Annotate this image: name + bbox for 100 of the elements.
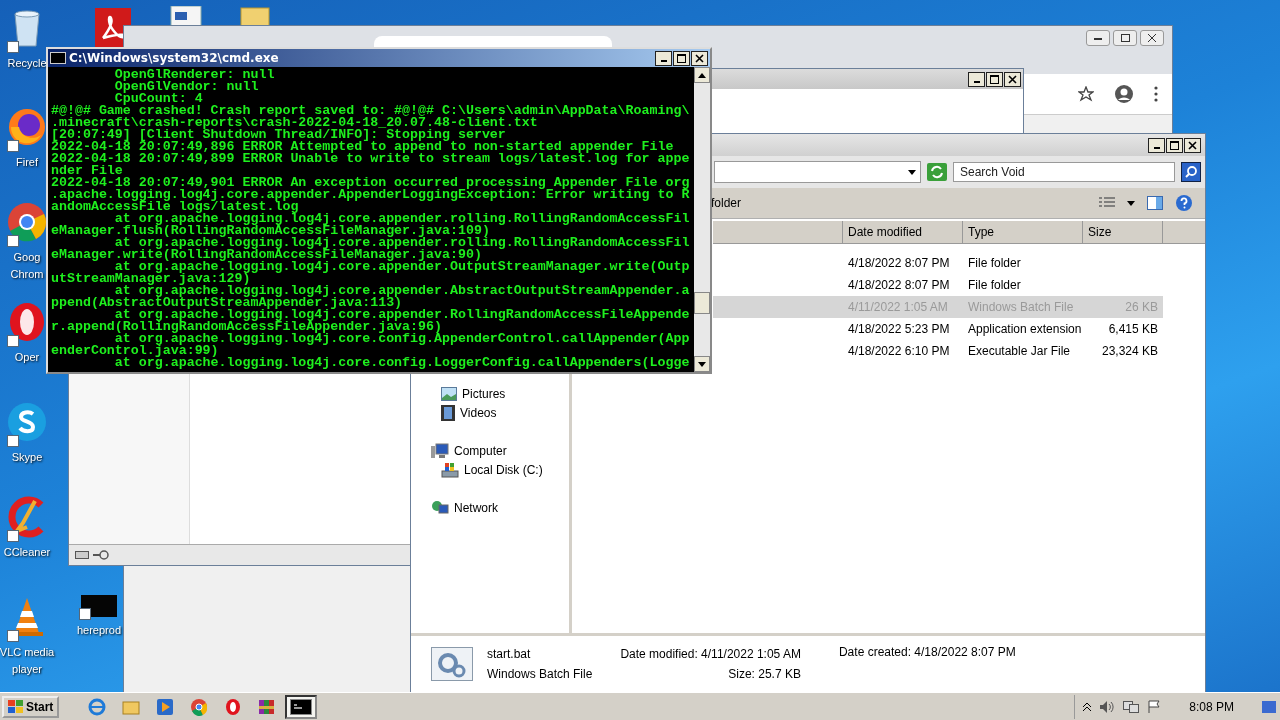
close-button[interactable] — [1140, 30, 1164, 46]
desktop-icon-label[interactable]: Skype — [11, 450, 43, 464]
console-line: utStreamManager.java:129) — [51, 273, 251, 285]
maximize-icon — [677, 53, 686, 63]
hard-drive-icon — [441, 461, 459, 478]
console-line: at org.apache.logging.log4j.core.appender.rolling.RollingRandomAccessFil — [114, 213, 691, 225]
computer-icon — [431, 442, 449, 459]
console-line: eManager.write(RollingRandomAccessFileManager.java:90) — [51, 249, 482, 261]
file-name: start.bat — [487, 647, 532, 661]
minimize-button[interactable] — [1148, 137, 1165, 153]
gears-file-icon — [431, 647, 473, 681]
account-icon[interactable] — [1114, 84, 1134, 104]
taskbar-button[interactable] — [285, 694, 318, 719]
clock[interactable]: 8:08 PM — [1189, 699, 1234, 714]
console-icon — [50, 52, 66, 64]
keyboard-icon — [75, 551, 89, 559]
chevron-up-icon[interactable] — [1083, 701, 1092, 712]
nav-item[interactable]: Pictures — [411, 384, 569, 403]
nav-item[interactable]: Local Disk (C:) — [411, 460, 569, 479]
minimize-button[interactable] — [968, 71, 985, 87]
desktop-icon-label[interactable]: Oper — [14, 350, 40, 364]
console-line: 2022-04-18 20:07:49,896 ERROR Attempted to append to non-started appender File — [51, 141, 675, 153]
console-line: enderControl.java:99) — [51, 345, 219, 357]
console-line: .minecraft\crash-reports\crash-2022-04-18_20.07.48-client.txt — [51, 117, 538, 129]
close-icon — [1188, 140, 1197, 150]
opera-icon — [225, 697, 242, 716]
desktop-icon-label[interactable]: Recycle — [7, 56, 47, 70]
console-line: r.append(RollingRandomAccessFileAppender.java:96) — [51, 321, 442, 333]
scrollbar-thumb[interactable] — [694, 292, 710, 314]
detail-text: Date created: 4/18/2022 8:07 PM — [838, 645, 1016, 659]
view-list-icon[interactable] — [1099, 197, 1115, 209]
restore-icon — [1120, 34, 1130, 42]
console-line: andomAccessFile logs/latest.log — [51, 201, 299, 213]
maximize-button[interactable] — [1166, 137, 1183, 153]
search-field[interactable]: Search Void — [953, 162, 1175, 182]
minimize-button[interactable] — [655, 50, 672, 66]
close-icon — [695, 53, 704, 63]
console-line: CpuCount: 4 — [114, 93, 203, 105]
console-line: at org.apache.logging.log4j.core.appender.RollingRandomAccessFileAppende — [114, 309, 691, 321]
chrome-icon — [5, 200, 49, 244]
desktop-icon-label[interactable]: Goog — [13, 250, 41, 264]
folder-icon — [122, 698, 141, 715]
console-line: at org.apache.logging.log4j.core.appender.AbstractOutputStreamAppender.a — [114, 285, 691, 297]
nav-item[interactable]: Computer — [411, 441, 569, 460]
console-line: at org.apache.logging.log4j.core.config.AppenderControl.callAppender(App — [114, 333, 691, 345]
file-row[interactable]: 4/18/2022 6:10 PM Executable Jar File 23,324 KB — [713, 340, 1163, 362]
star-icon[interactable] — [1078, 86, 1094, 102]
toolbar-label[interactable]: folder — [711, 196, 1087, 210]
close-button[interactable] — [1004, 71, 1021, 87]
maximize-icon — [990, 74, 999, 84]
network-icon[interactable] — [1123, 699, 1140, 714]
console-line: nder File — [51, 165, 123, 177]
speaker-icon[interactable] — [1099, 699, 1116, 714]
file-row[interactable]: 4/18/2022 8:07 PM File folder — [713, 274, 1163, 296]
play-icon — [156, 697, 175, 716]
scroll-down-button[interactable] — [694, 356, 710, 372]
nav-item[interactable]: Videos — [411, 403, 569, 422]
flag-icon[interactable] — [1147, 699, 1162, 714]
up-arrow-icon — [698, 72, 706, 78]
minimize-button[interactable] — [1086, 30, 1110, 46]
column-header[interactable]: Type — [963, 221, 1083, 243]
close-icon — [1008, 74, 1017, 84]
caret-icon[interactable] — [1127, 200, 1135, 206]
show-desktop-icon[interactable] — [1262, 700, 1276, 713]
console-line: #@!@# Game crashed! Crash report saved to: #@!@# C:\Users\admin\AppData\Roaming\ — [51, 105, 691, 117]
console-icon — [290, 698, 313, 715]
refresh-icon[interactable] — [927, 163, 947, 181]
column-header[interactable]: Size — [1083, 221, 1163, 243]
internet-explorer-icon — [88, 697, 107, 716]
address-bar[interactable] — [714, 161, 921, 183]
desktop-icon-label[interactable]: CCleaner — [3, 545, 51, 559]
restore-button[interactable] — [1113, 30, 1137, 46]
books-icon — [258, 697, 277, 716]
preview-pane-icon[interactable] — [1147, 196, 1163, 210]
film-icon — [441, 404, 455, 421]
detail-text: Date modified: 4/11/2022 1:05 AM — [620, 647, 801, 661]
search-button[interactable] — [1181, 162, 1201, 182]
maximize-button[interactable] — [986, 71, 1003, 87]
down-arrow-icon — [698, 361, 706, 367]
file-row[interactable]: 4/18/2022 8:07 PM File folder — [713, 252, 1163, 274]
desktop-icon-label[interactable]: Firef — [16, 155, 38, 169]
console-line: OpenGlRenderer: null — [113, 69, 276, 81]
windows-logo-icon — [8, 699, 24, 714]
file-row[interactable]: 4/18/2022 5:23 PM Application extension 6,415 KB — [713, 318, 1163, 340]
help-icon[interactable] — [1175, 194, 1193, 212]
start-button[interactable]: Start — [2, 695, 60, 718]
console-line: ppend(AbstractOutputStreamAppender.java:113) — [51, 297, 403, 309]
minimize-icon — [1094, 36, 1102, 40]
console-line: at org.apache.logging.log4j.core.config.LoggerConfig.callAppenders(Logge — [114, 357, 691, 369]
file-type: Windows Batch File — [487, 667, 593, 681]
caret-icon — [908, 169, 916, 175]
desktop-icon-label[interactable]: Chrom — [10, 267, 44, 281]
close-button[interactable] — [691, 50, 708, 66]
nav-item[interactable]: Network — [411, 498, 569, 517]
close-button[interactable] — [1184, 137, 1201, 153]
column-header[interactable]: Date modified — [843, 221, 963, 243]
detail-text: Size: 25.7 KB — [728, 667, 801, 681]
menu-dots-icon[interactable] — [1154, 86, 1158, 102]
scroll-up-button[interactable] — [694, 67, 710, 83]
maximize-button[interactable] — [673, 50, 690, 66]
